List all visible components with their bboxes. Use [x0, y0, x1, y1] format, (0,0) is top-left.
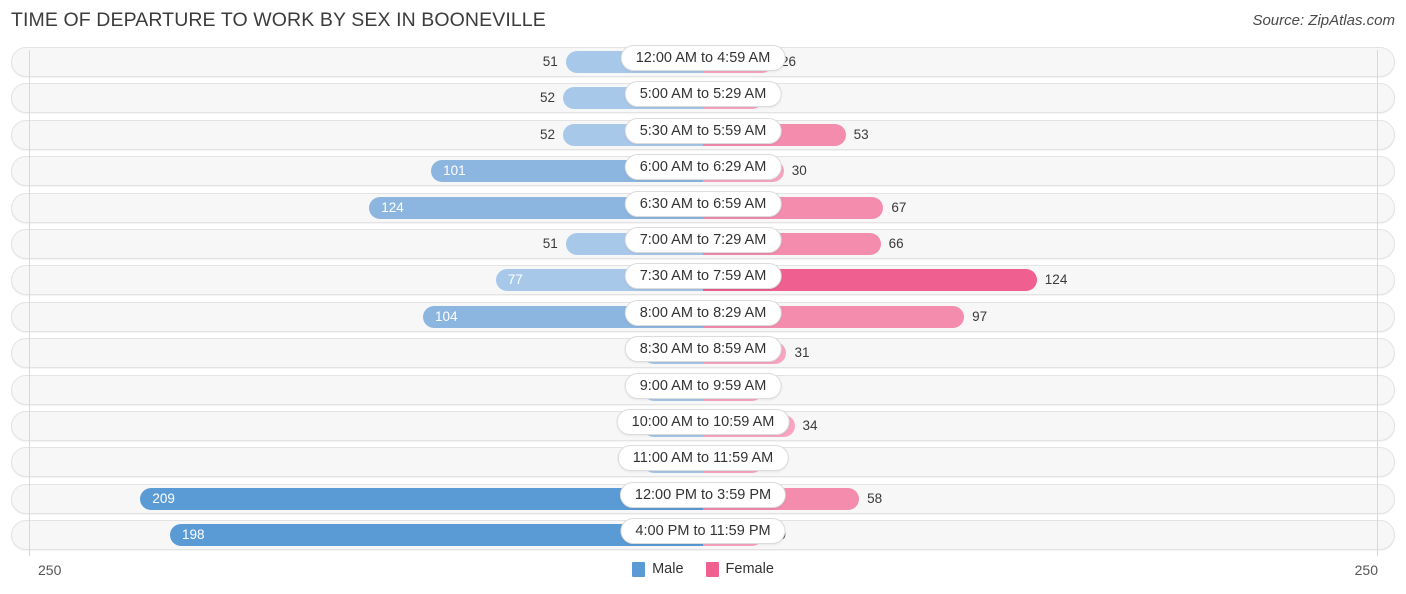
bar-row: 52 53 5:30 AM to 5:59 AM: [0, 117, 1406, 153]
source-attribution: Source: ZipAtlas.com: [1252, 12, 1395, 29]
value-label-male: 51: [542, 235, 558, 251]
value-label-female: 66: [888, 235, 904, 251]
category-label: 7:30 AM to 7:59 AM: [624, 263, 782, 290]
bar-row: 51 26 12:00 AM to 4:59 AM: [0, 44, 1406, 80]
value-label-male: 77: [507, 272, 523, 288]
value-label-female: 30: [791, 163, 807, 179]
bar-row: 0318:30 AM to 8:59 AM: [0, 335, 1406, 371]
bar-row: 113410:00 AM to 10:59 AM: [0, 408, 1406, 444]
legend-item[interactable]: Male: [632, 561, 684, 577]
bar-row: 0611:00 AM to 11:59 AM: [0, 444, 1406, 480]
bar-row: 198194:00 PM to 11:59 PM: [0, 517, 1406, 553]
value-label-male: 124: [381, 199, 404, 215]
category-label: 8:30 AM to 8:59 AM: [624, 336, 782, 363]
value-label-female: 67: [891, 199, 907, 215]
value-label-female: 31: [794, 345, 810, 361]
category-label: 7:00 AM to 7:29 AM: [624, 226, 782, 253]
value-label-male: 209: [152, 490, 175, 506]
category-label: 5:30 AM to 5:59 AM: [624, 117, 782, 144]
value-label-male: 52: [540, 126, 556, 142]
legend-swatch-icon: [705, 561, 719, 577]
category-label: 6:30 AM to 6:59 AM: [624, 190, 782, 217]
chart-root: TIME OF DEPARTURE TO WORK BY SEX IN BOON…: [0, 0, 1406, 594]
chart-footer: 250 250 Male Female: [0, 556, 1406, 594]
value-label-female: 34: [802, 417, 818, 433]
bar-row: 5205:00 AM to 5:29 AM: [0, 80, 1406, 116]
plot-area: 512612:00 AM to 4:59 AM5205:00 AM to 5:2…: [0, 44, 1406, 556]
value-label-male: 101: [443, 163, 466, 179]
bar-male[interactable]: [140, 487, 703, 510]
category-label: 5:00 AM to 5:29 AM: [624, 81, 782, 108]
chart-header: TIME OF DEPARTURE TO WORK BY SEX IN BOON…: [0, 0, 1406, 44]
value-label-male: 51: [542, 54, 558, 69]
bar-row: 069:00 AM to 9:59 AM: [0, 372, 1406, 408]
category-label: 6:00 AM to 6:29 AM: [624, 154, 782, 181]
bar-row: 77 124 7:30 AM to 7:59 AM: [0, 262, 1406, 298]
value-label-female: 58: [867, 490, 883, 506]
category-label: 12:00 AM to 4:59 AM: [620, 45, 786, 71]
value-label-female: 97: [972, 308, 988, 324]
bar-row: 104 97 8:00 AM to 8:29 AM: [0, 299, 1406, 335]
category-label: 8:00 AM to 8:29 AM: [624, 299, 782, 326]
category-label: 11:00 AM to 11:59 AM: [617, 445, 789, 472]
bar-row: 101 30 6:00 AM to 6:29 AM: [0, 153, 1406, 189]
bar-row: 209 58 12:00 PM to 3:59 PM: [0, 481, 1406, 517]
bar-rows: 512612:00 AM to 4:59 AM5205:00 AM to 5:2…: [0, 44, 1406, 553]
bar-row: 51 66 7:00 AM to 7:29 AM: [0, 226, 1406, 262]
legend-swatch-icon: [632, 561, 646, 577]
legend: Male Female: [0, 561, 1406, 577]
category-label: 12:00 PM to 3:59 PM: [619, 481, 787, 508]
legend-label: Female: [725, 561, 774, 577]
value-label-female: 124: [1044, 272, 1068, 288]
value-label-male: 52: [540, 90, 556, 106]
page-title: TIME OF DEPARTURE TO WORK BY SEX IN BOON…: [11, 9, 546, 31]
category-label: 4:00 PM to 11:59 PM: [620, 518, 786, 545]
bar-row: 124 67 6:30 AM to 6:59 AM: [0, 190, 1406, 226]
legend-label: Male: [652, 561, 684, 577]
value-label-female: 53: [853, 126, 869, 142]
value-label-male: 104: [435, 308, 458, 324]
value-label-male: 198: [181, 527, 205, 543]
category-label: 9:00 AM to 9:59 AM: [624, 372, 782, 399]
category-label: 10:00 AM to 10:59 AM: [616, 408, 790, 435]
legend-item[interactable]: Female: [705, 561, 774, 577]
